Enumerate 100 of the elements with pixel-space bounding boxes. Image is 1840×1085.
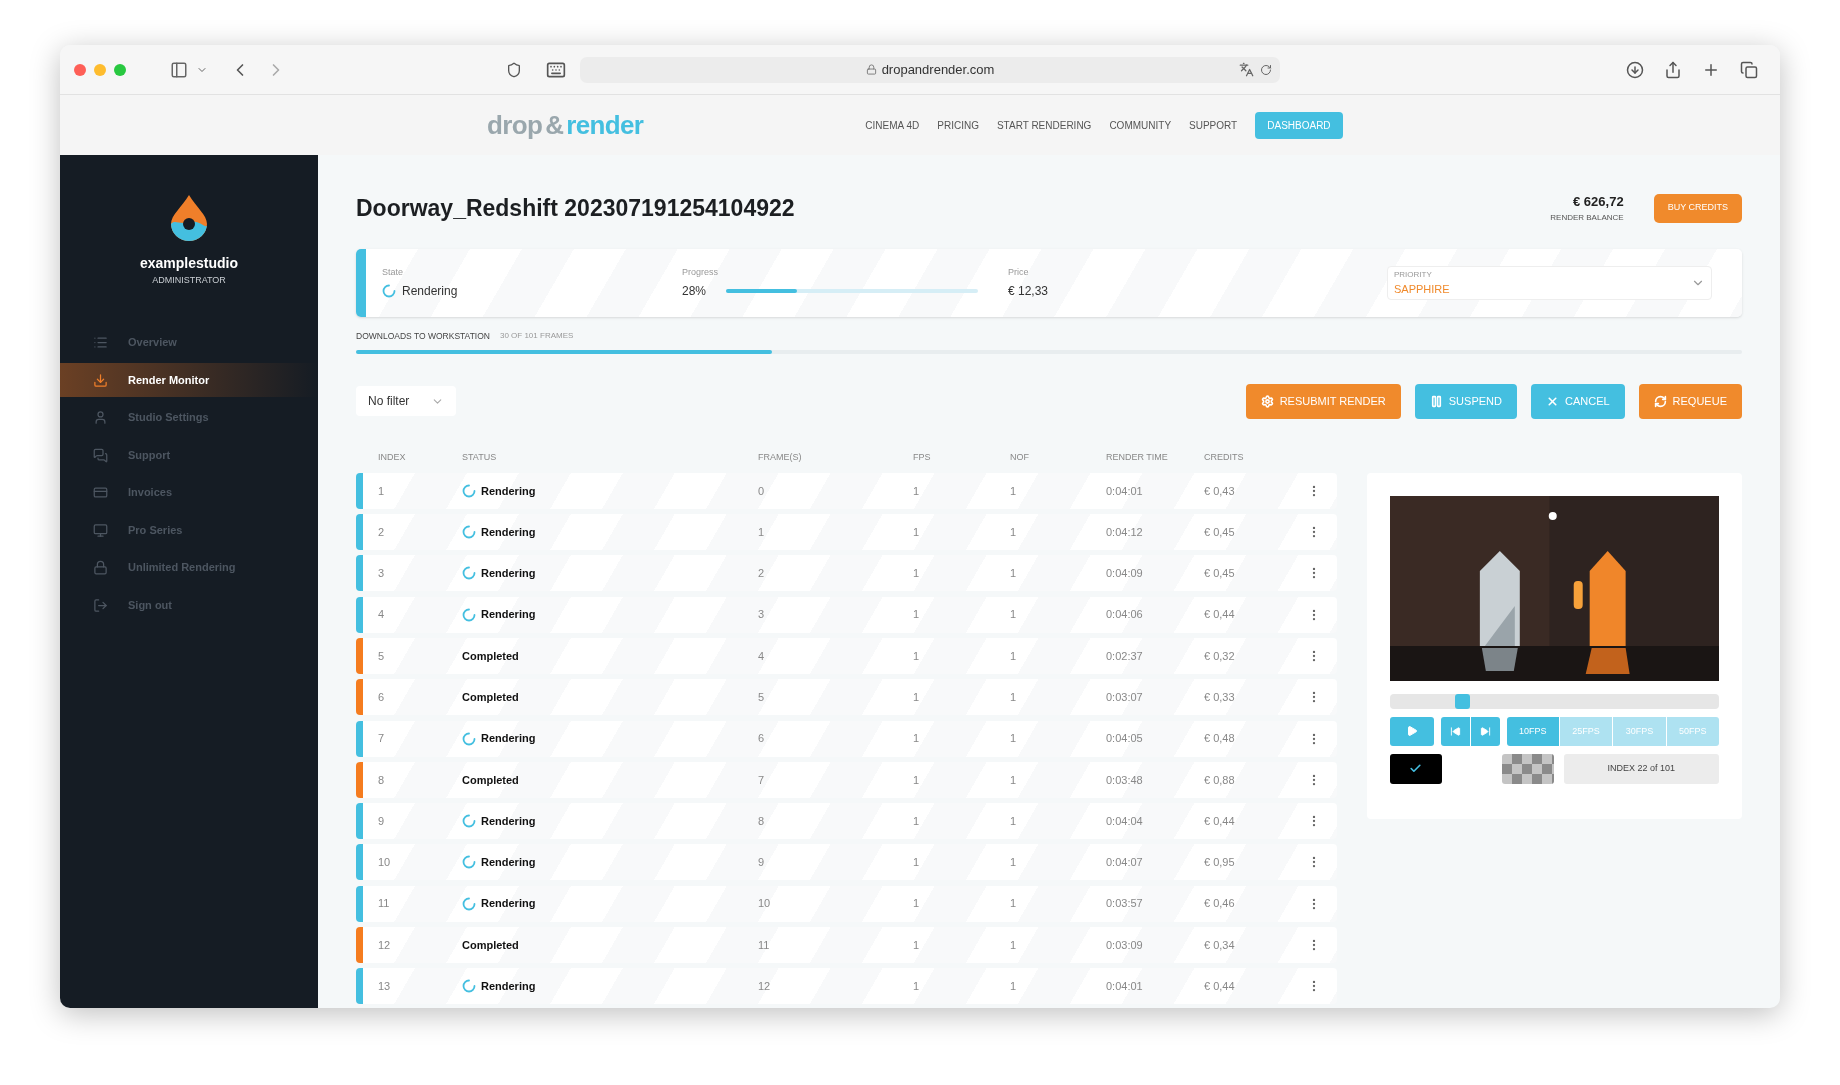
frame-index: INDEX 22 of 101	[1563, 753, 1719, 784]
background-swatch[interactable]	[1501, 753, 1554, 784]
translate-icon[interactable]	[1239, 62, 1254, 77]
status-text: Rendering	[481, 731, 536, 747]
lock-icon	[865, 64, 877, 75]
table-cell-text: 1	[913, 896, 921, 912]
table-cell-text: 9	[758, 855, 766, 871]
table-cell-text: 0:02:37	[1106, 648, 1144, 664]
download-icon[interactable]	[1626, 60, 1644, 79]
status-text: Completed	[462, 937, 519, 953]
balance-amount: € 626,72	[1573, 193, 1624, 212]
table-cell-text: € 0,44	[1204, 607, 1236, 623]
table-row[interactable]: 7 Rendering 6 1 1 0:04:05 € 0,48	[356, 720, 1337, 757]
status-text: Rendering	[481, 483, 536, 499]
table-cell-text: 11	[378, 896, 391, 912]
filter-dropdown[interactable]: No filter	[356, 386, 456, 417]
table-cell-text: 5	[378, 648, 386, 664]
table-cell-text: 10	[758, 896, 772, 912]
table-row[interactable]: 8 Completed 7 1 1 0:03:48 € 0,88	[356, 761, 1337, 798]
balance-label: RENDER BALANCE	[1550, 211, 1624, 224]
table-cell-text: € 0,48	[1204, 731, 1236, 747]
table-row[interactable]: 5 Completed 4 1 1 0:02:37 € 0,32	[356, 637, 1337, 674]
sidebar-icon[interactable]	[170, 60, 188, 79]
button-icon	[1545, 394, 1559, 408]
downloads-count: 30 OF 101 FRAMES	[499, 330, 574, 343]
table-cell-text: 6	[758, 731, 766, 747]
table-row[interactable]: 11 Rendering 10 1 1 0:03:57 € 0,46	[356, 885, 1337, 922]
status-text: Rendering	[481, 813, 536, 829]
table-cell-text: 1	[913, 607, 921, 623]
spinner-icon	[462, 607, 476, 622]
table-cell-text: 1	[1010, 813, 1018, 829]
table-cell-text: 11	[758, 937, 771, 953]
table-row[interactable]: 12 Completed 11 1 1 0:03:09 € 0,34	[356, 927, 1337, 963]
table-cell-text: 0:03:48	[1106, 772, 1144, 788]
table-cell-text: 0:03:07	[1106, 690, 1144, 705]
reload-icon[interactable]	[1260, 63, 1272, 76]
frame-slider[interactable]	[1389, 693, 1719, 709]
table-cell-text: 1	[758, 524, 766, 540]
table-cell-text: 1	[913, 813, 921, 829]
table-cell-text: 1	[913, 483, 921, 499]
table-cell-text: € 0,45	[1204, 566, 1236, 582]
table-row[interactable]: 10 Rendering 9 1 1 0:04:07 € 0,95	[356, 844, 1337, 881]
table-row[interactable]: 1 Rendering 0 1 1 0:04:01 € 0,43	[356, 472, 1337, 509]
column-header: STATUS	[462, 451, 498, 464]
table-row[interactable]: 6 Completed 5 1 1 0:03:07 € 0,33	[356, 679, 1337, 716]
nav-link[interactable]: SUPPORT	[1189, 117, 1238, 133]
menu-icon	[93, 522, 108, 538]
table-cell-text: 0	[758, 483, 766, 499]
nav-link[interactable]: START RENDERING	[996, 117, 1092, 133]
nav-link[interactable]: PRICING	[937, 117, 979, 133]
menu-icon	[93, 560, 108, 575]
table-cell-text: 9	[378, 813, 386, 829]
table-cell-text: 1	[913, 772, 921, 788]
progress-label: Progress	[682, 265, 719, 279]
nav-link[interactable]: COMMUNITY	[1109, 117, 1172, 133]
table-cell-text: 5	[758, 690, 766, 705]
table-cell-text: 1	[1010, 979, 1018, 995]
spinner-icon	[462, 731, 476, 746]
table-row[interactable]: 13 Rendering 12 1 1 0:04:01 € 0,44	[356, 968, 1337, 1005]
table-cell-text: 1	[1010, 524, 1018, 540]
address-bar[interactable]: dropandrender.com	[580, 56, 1280, 83]
menu-icon	[93, 335, 108, 350]
column-header: CREDITS	[1204, 451, 1244, 464]
state-value: Rendering	[402, 283, 458, 301]
tabs-icon[interactable]	[1740, 60, 1758, 79]
table-cell-text: 13	[378, 979, 392, 995]
table-cell-text: 10	[378, 855, 392, 871]
table-cell-text: 0:03:09	[1106, 937, 1144, 953]
background-swatch[interactable]	[1389, 753, 1442, 784]
table-cell-text: 4	[378, 607, 386, 623]
table-cell-text: 1	[1010, 731, 1018, 747]
share-icon[interactable]	[1664, 60, 1682, 79]
table-cell-text: € 0,32	[1204, 648, 1236, 664]
column-header: FPS	[913, 451, 932, 464]
shield-icon[interactable]	[506, 61, 522, 78]
spinner-icon	[462, 896, 476, 911]
status-text: Completed	[462, 648, 519, 664]
table-cell-text: € 0,88	[1204, 772, 1236, 788]
table-cell-text: 1	[1010, 896, 1018, 912]
table-cell-text: 1	[913, 566, 921, 582]
table-cell-text: € 0,44	[1204, 813, 1236, 829]
table-cell-text: 0:04:04	[1106, 813, 1144, 829]
logo-icon	[170, 195, 208, 241]
column-header: RENDER TIME	[1106, 451, 1169, 464]
close-window-icon[interactable]	[74, 63, 86, 76]
menu-icon	[93, 447, 108, 463]
menu-icon	[93, 597, 108, 613]
table-row[interactable]: 2 Rendering 1 1 1 0:04:12 € 0,45	[356, 514, 1337, 551]
table-cell-text: € 0,34	[1204, 937, 1236, 953]
table-row[interactable]: 3 Rendering 2 1 1 0:04:09 € 0,45	[356, 555, 1337, 592]
table-cell-text: 1	[378, 483, 386, 499]
table-cell-text: 0:04:01	[1106, 979, 1144, 995]
table-cell-text: 1	[1010, 937, 1018, 953]
table-row[interactable]: 9 Rendering 8 1 1 0:04:04 € 0,44	[356, 803, 1337, 840]
price-value: € 12,33	[1008, 283, 1049, 301]
table-row[interactable]: 4 Rendering 3 1 1 0:04:06 € 0,44	[356, 596, 1337, 633]
table-cell-text: 0:04:06	[1106, 607, 1144, 623]
button-icon	[1429, 394, 1443, 408]
page-title: Doorway_Redshift 202307191254104922	[356, 193, 795, 223]
nav-link[interactable]: CINEMA 4D	[865, 117, 920, 133]
